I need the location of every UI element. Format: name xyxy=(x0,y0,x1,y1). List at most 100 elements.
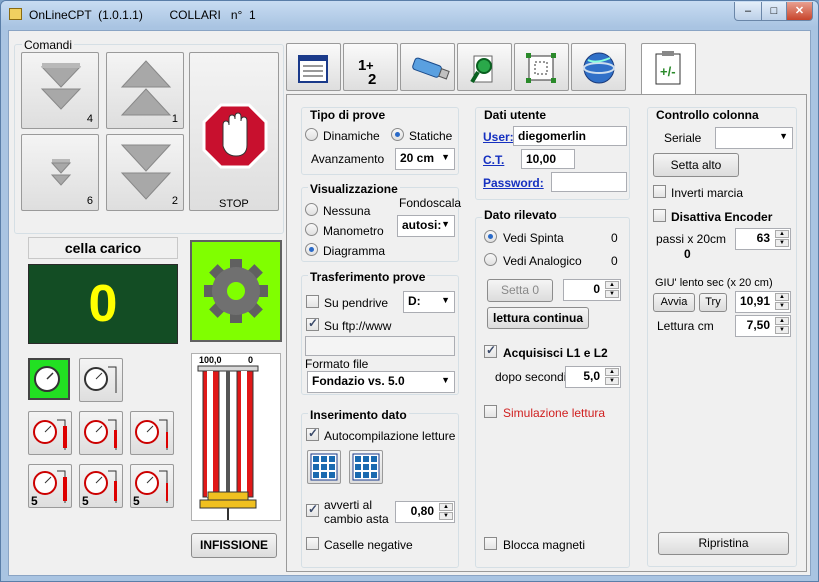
statiche-radio[interactable] xyxy=(391,128,404,141)
stop-label: STOP xyxy=(219,198,249,210)
minimize-button[interactable]: – xyxy=(734,2,762,21)
keypad-123-button[interactable] xyxy=(307,450,341,484)
keypad-789-button[interactable] xyxy=(349,450,383,484)
tab-globe[interactable] xyxy=(571,43,626,91)
password-input[interactable] xyxy=(551,172,627,192)
main-panel: Tipo di prove Dinamiche Statiche Avanzam… xyxy=(286,94,807,572)
passi-value: 63 xyxy=(756,231,770,245)
blocca-checkbox[interactable] xyxy=(484,537,497,550)
spin-up-icon[interactable]: ▲ xyxy=(605,281,619,289)
gauge-button-1[interactable] xyxy=(28,358,70,400)
down-6-button[interactable]: 6 xyxy=(21,134,99,211)
up-1-button[interactable]: 1 xyxy=(106,52,184,129)
simulazione-checkbox[interactable] xyxy=(484,405,497,418)
passi-label: passi x 20cm xyxy=(656,232,727,246)
gauge-button-6[interactable]: 5 xyxy=(28,464,72,508)
try-button[interactable]: Try xyxy=(699,293,727,312)
pendrive-checkbox[interactable] xyxy=(306,295,319,308)
ftp-input[interactable] xyxy=(305,336,455,356)
infissione-button[interactable]: INFISSIONE xyxy=(191,533,277,558)
avverti-checkbox[interactable] xyxy=(306,502,319,517)
manometro-radio[interactable] xyxy=(305,223,318,236)
gear-toggle[interactable] xyxy=(190,240,282,342)
pile-driver-icon xyxy=(197,365,259,520)
autocompilazione-checkbox[interactable] xyxy=(306,426,319,441)
acquisisci-checkbox[interactable] xyxy=(484,343,497,358)
caselle-checkbox[interactable] xyxy=(306,537,319,550)
ct-link[interactable]: C.T. xyxy=(483,153,504,167)
gauge-button-7[interactable]: 5 xyxy=(79,464,123,508)
diagramma-label: Diagramma xyxy=(323,244,386,258)
grid-icon xyxy=(526,53,556,83)
drive-select[interactable]: D: ▼ xyxy=(403,291,455,313)
down-2-button[interactable]: 2 xyxy=(106,134,184,211)
avverti-spinner[interactable]: 0,80 ▲ ▼ xyxy=(395,501,455,523)
setta-alto-button[interactable]: Setta alto xyxy=(653,153,739,177)
stop-button[interactable]: STOP xyxy=(189,52,279,211)
spin-down-icon[interactable]: ▼ xyxy=(605,377,619,385)
manometro-label: Manometro xyxy=(323,224,384,238)
analogico-radio[interactable] xyxy=(484,253,497,266)
tab-calc[interactable]: +/- xyxy=(641,43,696,95)
ct-input[interactable]: 10,00 xyxy=(521,149,575,169)
giu-spinner[interactable]: 10,91 ▲ ▼ xyxy=(735,291,791,313)
colonna-title: Controllo colonna xyxy=(654,108,761,122)
svg-text:5: 5 xyxy=(31,494,38,507)
disattiva-checkbox[interactable] xyxy=(653,209,666,222)
gauge-button-4[interactable] xyxy=(79,411,123,455)
spinta-radio[interactable] xyxy=(484,230,497,243)
tab-numbers[interactable]: 1 +2 xyxy=(343,43,398,91)
acquisisci-label: Acquisisci L1 e L2 xyxy=(503,346,608,360)
spin-up-icon[interactable]: ▲ xyxy=(775,293,789,301)
trasf-title: Trasferimento prove xyxy=(308,270,428,284)
spin-up-icon[interactable]: ▲ xyxy=(605,368,619,376)
gauge-button-8[interactable]: 5 xyxy=(130,464,174,508)
password-link[interactable]: Password: xyxy=(483,176,544,190)
statiche-label: Statiche xyxy=(409,129,453,143)
close-button[interactable]: ✕ xyxy=(786,2,813,21)
inverti-checkbox[interactable] xyxy=(653,185,666,198)
diagramma-radio[interactable] xyxy=(305,243,318,256)
ftp-checkbox[interactable] xyxy=(306,316,319,331)
tab-list[interactable] xyxy=(286,43,341,91)
seriale-select[interactable]: ▼ xyxy=(715,127,793,149)
spin-down-icon[interactable]: ▼ xyxy=(605,290,619,298)
gauge-button-5[interactable] xyxy=(130,411,174,455)
setta-zero-value: 0 xyxy=(593,282,600,296)
app-icon xyxy=(9,8,22,20)
numbers-icon: 1 +2 xyxy=(358,57,376,88)
formato-select[interactable]: Fondazio vs. 5.0 ▼ xyxy=(307,371,455,393)
fondoscala-value: autosi: xyxy=(402,218,442,232)
gauge-button-3[interactable] xyxy=(28,411,72,455)
passi-spinner[interactable]: 63 ▲ ▼ xyxy=(735,228,791,250)
down-4-button[interactable]: 4 xyxy=(21,52,99,129)
spin-down-icon[interactable]: ▼ xyxy=(775,326,789,334)
gauge-button-2[interactable] xyxy=(79,358,123,402)
spin-down-icon[interactable]: ▼ xyxy=(775,239,789,247)
ins-title: Inserimento dato xyxy=(308,408,409,422)
maximize-button[interactable]: □ xyxy=(761,2,787,21)
nessuna-radio[interactable] xyxy=(305,203,318,216)
fondoscala-select[interactable]: autosi: ▼ xyxy=(397,215,455,237)
spin-down-icon[interactable]: ▼ xyxy=(439,512,453,520)
cella-carico-title: cella carico xyxy=(28,237,178,259)
spin-down-icon[interactable]: ▼ xyxy=(775,302,789,310)
setta-zero-spinner[interactable]: 0 ▲ ▼ xyxy=(563,279,621,301)
setta-zero-button[interactable]: Setta 0 xyxy=(487,279,553,302)
user-link[interactable]: User: xyxy=(483,130,514,144)
lettura-cm-spinner[interactable]: 7,50 ▲ ▼ xyxy=(735,315,791,337)
avanzamento-select[interactable]: 20 cm ▼ xyxy=(395,148,455,170)
dopo-spinner[interactable]: 5,0 ▲ ▼ xyxy=(565,366,621,388)
tab-grid[interactable] xyxy=(514,43,569,91)
spin-up-icon[interactable]: ▲ xyxy=(775,230,789,238)
spin-up-icon[interactable]: ▲ xyxy=(439,503,453,511)
ripristina-button[interactable]: Ripristina xyxy=(658,532,789,555)
dinamiche-radio[interactable] xyxy=(305,128,318,141)
lettura-continua-button[interactable]: lettura continua xyxy=(487,307,589,329)
tab-usb[interactable] xyxy=(400,43,455,91)
spin-up-icon[interactable]: ▲ xyxy=(775,317,789,325)
avvia-button[interactable]: Avvia xyxy=(653,293,695,312)
user-input[interactable]: diegomerlin xyxy=(513,126,627,146)
inverti-label: Inverti marcia xyxy=(671,186,744,200)
tab-search[interactable] xyxy=(457,43,512,91)
